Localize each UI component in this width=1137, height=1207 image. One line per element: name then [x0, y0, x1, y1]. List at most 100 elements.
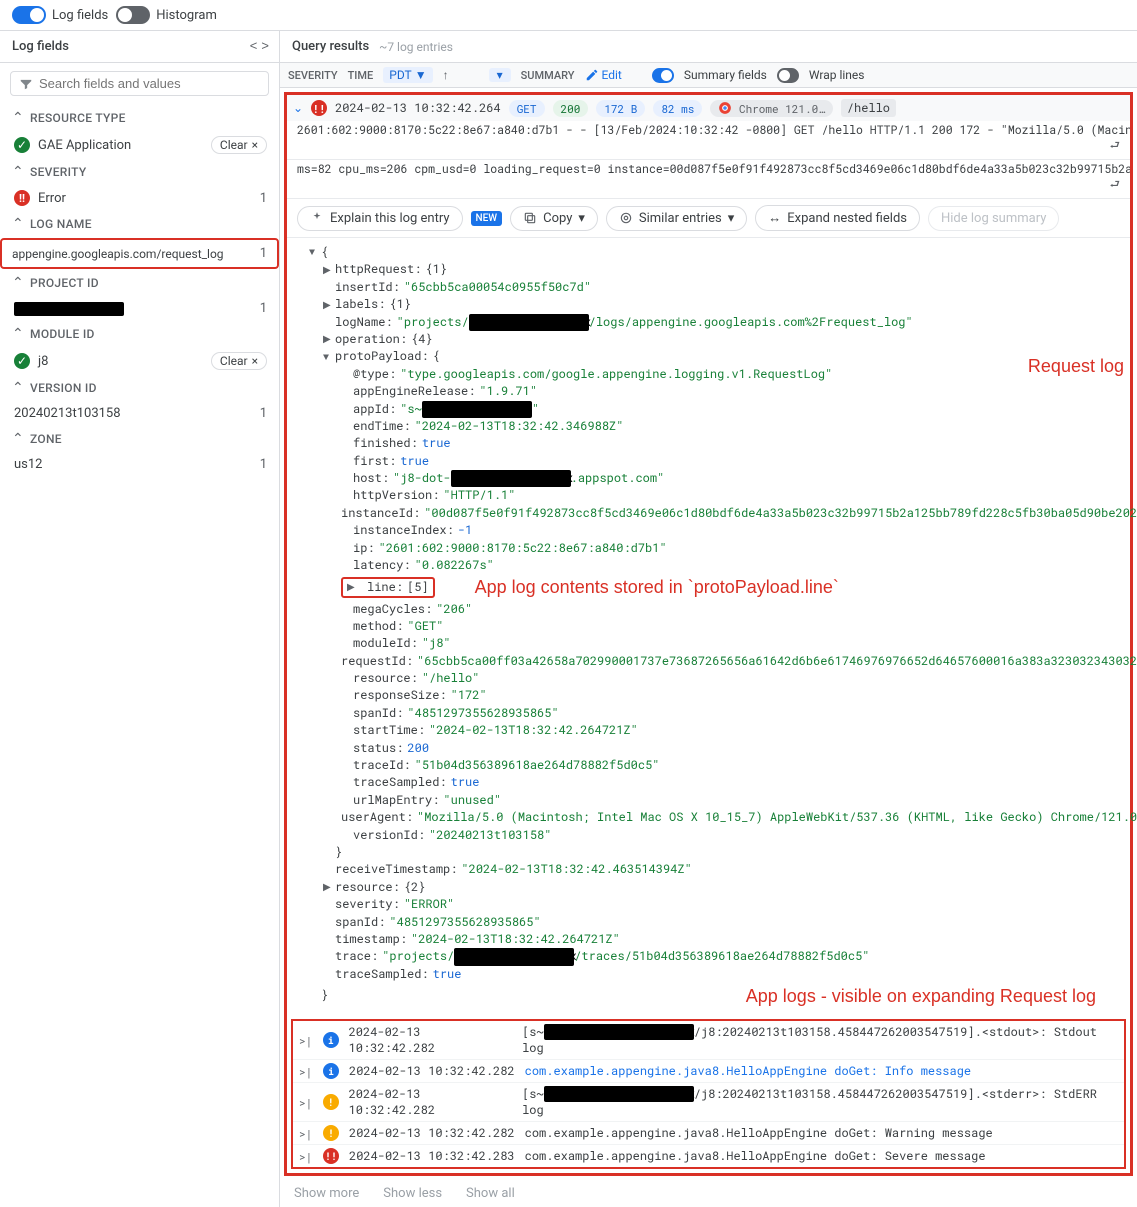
wrap-icon[interactable]: ⮐ — [1110, 177, 1120, 196]
wrap-icon[interactable]: ⮐ — [1110, 138, 1120, 157]
expand-toggle[interactable] — [323, 350, 335, 365]
key: traceSampled — [353, 774, 439, 791]
key: httpRequest — [335, 261, 414, 278]
item-label: Error — [38, 191, 66, 206]
child-log-row[interactable]: >| i 2024-02-13 10:32:42.282 [s~xxxxxxxx… — [293, 1021, 1124, 1059]
error-icon: !! — [311, 100, 327, 116]
msg: [s~xxxxxxxxxxxxxxxxxxxxx/j8:20240213t103… — [522, 1024, 1118, 1056]
clear-button[interactable]: Clear× — [211, 352, 267, 370]
section-log-name[interactable]: ⌃LOG NAME — [0, 210, 279, 238]
child-log-row[interactable]: >| !! 2024-02-13 10:32:42.283 com.exampl… — [293, 1144, 1124, 1167]
section-module-id[interactable]: ⌃MODULE ID — [0, 320, 279, 348]
expand-toggle[interactable] — [323, 263, 335, 278]
redacted-text: xxxxxxxxxxxxxxxxxxxxx — [544, 1086, 694, 1102]
search-field[interactable] — [33, 76, 260, 91]
similar-button[interactable]: Similar entries ▾ — [606, 206, 747, 231]
child-log-row[interactable]: >| ! 2024-02-13 10:32:42.282 com.example… — [293, 1121, 1124, 1144]
col-summary[interactable]: SUMMARY — [521, 69, 575, 82]
expand-icon[interactable]: >| — [299, 1033, 313, 1048]
count: 1 — [260, 191, 267, 206]
sidebar-item-version[interactable]: 20240213t103158 1 — [0, 402, 279, 425]
raw-log-line: 2601:602:9000:8170:5c22:8e67:a840:d7b1 -… — [287, 121, 1130, 160]
chevron-down-icon[interactable]: ⌄ — [293, 100, 303, 116]
section-label: MODULE ID — [30, 327, 95, 341]
warning-icon: ! — [323, 1094, 339, 1110]
section-severity[interactable]: ⌃SEVERITY — [0, 158, 279, 186]
results-title: Query results — [292, 39, 369, 54]
expand-toggle[interactable] — [323, 880, 335, 895]
expand-toggle[interactable] — [347, 580, 359, 595]
expand-icon[interactable]: >| — [299, 1095, 313, 1110]
toggle-histogram[interactable]: Histogram — [116, 6, 217, 24]
footer-links: Show more Show less Show all — [280, 1180, 1137, 1207]
msg: [s~xxxxxxxxxxxxxxxxxxxxx/j8:20240213t103… — [522, 1086, 1118, 1118]
count: 1 — [260, 301, 267, 316]
key: status — [353, 740, 396, 757]
sort-asc-icon[interactable]: ↑ — [443, 68, 449, 82]
json-viewer: { httpRequest: {1} insertId: "65cbb5ca00… — [287, 238, 1130, 1015]
sidebar-item-logname[interactable]: appengine.googleapis.com/request_log 1 — [0, 238, 279, 269]
search-input[interactable] — [10, 71, 269, 96]
sidebar-item-gae[interactable]: ✓GAE Application Clear× — [0, 132, 279, 158]
log-header[interactable]: ⌄ !! 2024-02-13 10:32:42.264 GET 200 172… — [287, 95, 1130, 121]
similar-label: Similar entries — [639, 211, 722, 226]
child-log-row[interactable]: >| i 2024-02-13 10:32:42.282 com.example… — [293, 1059, 1124, 1082]
expand-label: Expand nested fields — [787, 211, 907, 226]
val: {1} — [389, 296, 411, 313]
warning-icon: ! — [323, 1125, 339, 1141]
sidebar-item-project[interactable]: . 1 — [0, 297, 279, 320]
show-less-button[interactable]: Show less — [383, 1186, 442, 1201]
key: resource — [335, 879, 393, 896]
key: instanceIndex — [353, 522, 447, 539]
clear-button[interactable]: Clear× — [211, 136, 267, 154]
expand-icon[interactable]: >| — [299, 1126, 313, 1141]
timezone-dropdown[interactable]: PDT ▼ — [383, 67, 432, 83]
key: latency — [353, 557, 403, 574]
key: httpVersion — [353, 487, 432, 504]
key: appEngineRelease — [353, 383, 468, 400]
line-field-highlighted[interactable]: line: [5] — [341, 577, 435, 598]
expand-icon[interactable]: >| — [299, 1064, 313, 1079]
log-timestamp: 2024-02-13 10:32:42.264 — [335, 100, 501, 116]
toggle-log-fields[interactable]: Log fields — [12, 6, 108, 24]
section-version-id[interactable]: ⌃VERSION ID — [0, 374, 279, 402]
section-resource-type[interactable]: ⌃RESOURCE TYPE — [0, 104, 279, 132]
show-all-button[interactable]: Show all — [466, 1186, 515, 1201]
filter-dropdown[interactable]: ▾ — [489, 68, 511, 82]
expand-icon[interactable]: >| — [299, 1149, 313, 1164]
msg: com.example.appengine.java8.HelloAppEngi… — [525, 1125, 993, 1141]
show-more-button[interactable]: Show more — [294, 1186, 359, 1201]
info-icon: i — [323, 1032, 339, 1048]
expand-toggle[interactable] — [323, 332, 335, 347]
expand-toggle[interactable] — [309, 245, 321, 260]
copy-button[interactable]: Copy ▾ — [510, 206, 598, 231]
key: traceSampled — [335, 966, 421, 983]
summary-fields-switch[interactable] — [652, 68, 674, 83]
col-time[interactable]: TIME — [348, 69, 374, 82]
edit-button[interactable]: Edit — [585, 68, 622, 82]
val: {1} — [425, 261, 447, 278]
key: receiveTimestamp — [335, 861, 450, 878]
expand-nested-button[interactable]: ↔ Expand nested fields — [755, 205, 920, 231]
browser-label: Chrome 121.0… — [739, 101, 825, 116]
section-project-id[interactable]: ⌃PROJECT ID — [0, 269, 279, 297]
key: endTime — [353, 418, 403, 435]
target-icon — [619, 211, 633, 225]
sidebar-item-zone[interactable]: us12 1 — [0, 453, 279, 476]
wrap-lines-switch[interactable] — [777, 68, 799, 83]
item-label: GAE Application — [38, 138, 131, 153]
key: host — [353, 470, 382, 487]
item-label: us12 — [14, 457, 43, 472]
key: operation — [335, 331, 400, 348]
collapse-icon[interactable]: < > — [250, 39, 267, 54]
child-log-row[interactable]: >| ! 2024-02-13 10:32:42.282 [s~xxxxxxxx… — [293, 1082, 1124, 1121]
sidebar-item-error[interactable]: !!Error 1 — [0, 186, 279, 210]
sidebar-item-j8[interactable]: ✓j8 Clear× — [0, 348, 279, 374]
ts: 2024-02-13 10:32:42.282 — [349, 1024, 513, 1056]
latency-chip: 82 ms — [653, 100, 702, 117]
section-zone[interactable]: ⌃ZONE — [0, 425, 279, 453]
key: traceId — [353, 757, 403, 774]
expand-toggle[interactable] — [323, 298, 335, 313]
col-severity[interactable]: SEVERITY — [288, 69, 338, 82]
explain-button[interactable]: Explain this log entry — [297, 206, 463, 231]
